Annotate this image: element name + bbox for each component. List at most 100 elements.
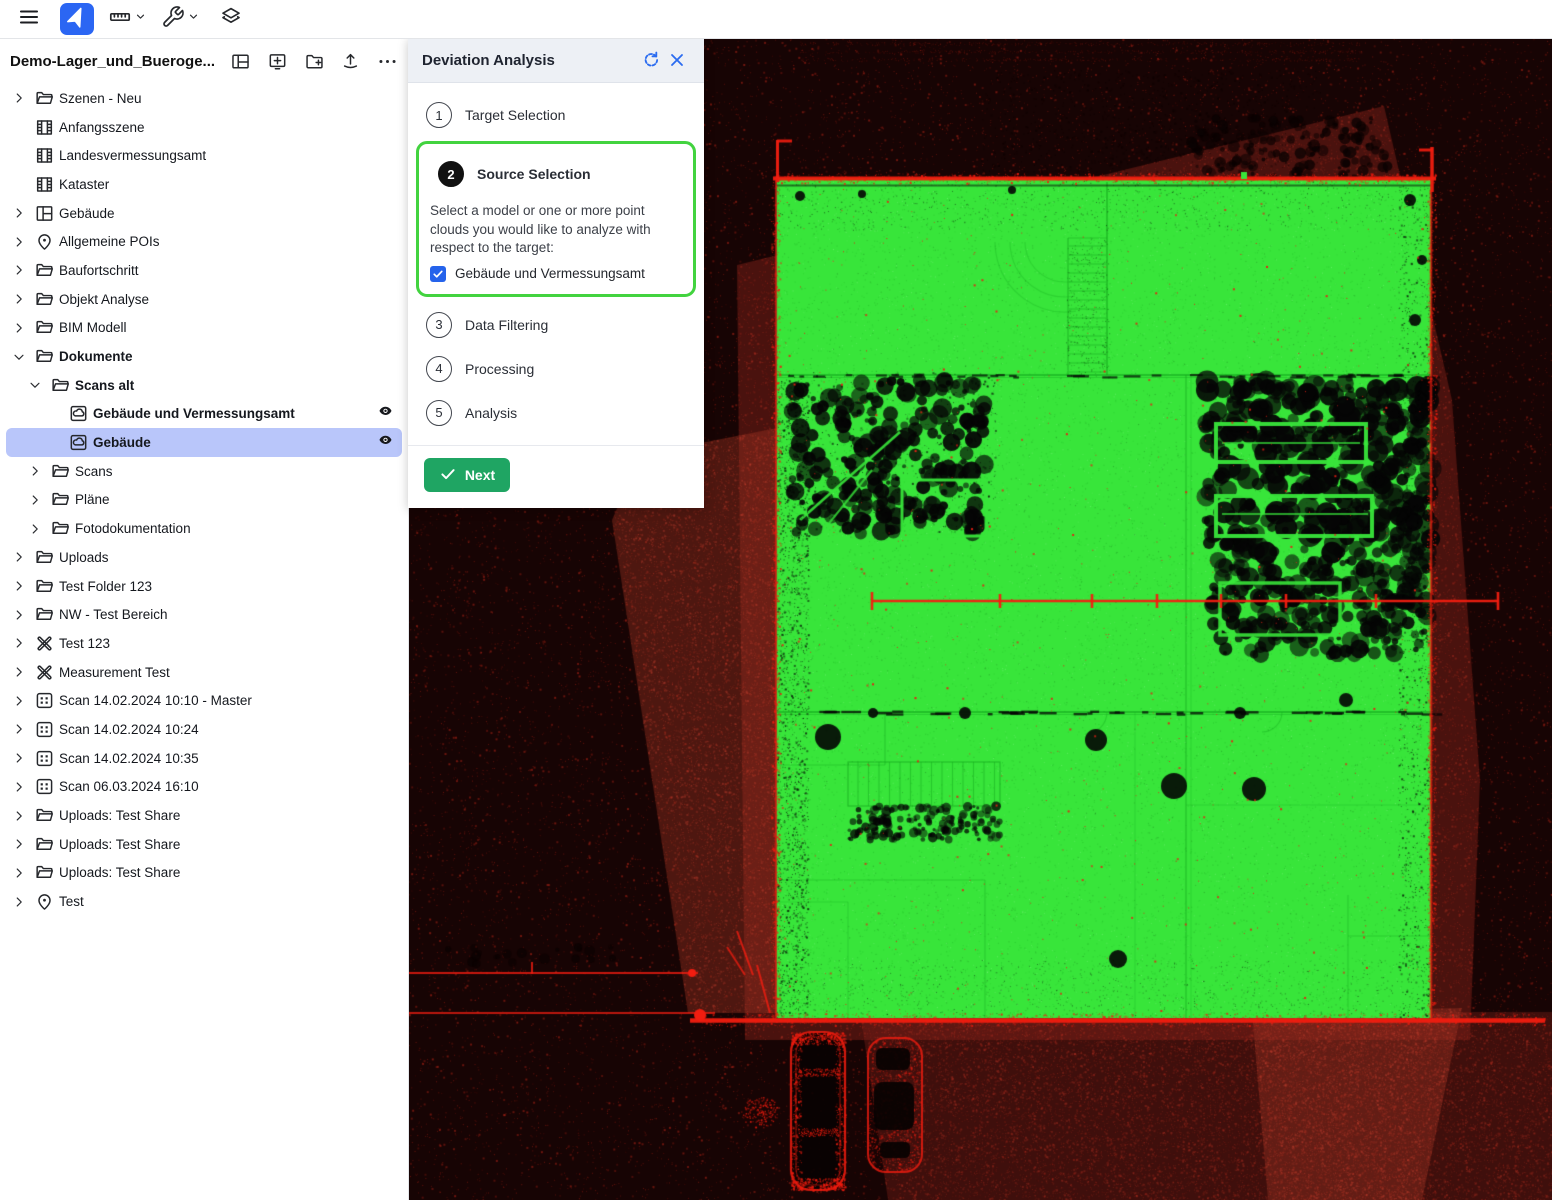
tree-item-szenen-neu[interactable]: Szenen - Neu — [0, 84, 408, 113]
step-1[interactable]: 1Target Selection — [416, 93, 696, 137]
tree-item-uploads[interactable]: Uploads — [0, 543, 408, 572]
tree-item-label: Fotodokumentation — [75, 521, 396, 536]
tree-item-bim-modell[interactable]: BIM Modell — [0, 314, 408, 343]
tree-item-uploads-test-share[interactable]: Uploads: Test Share — [0, 801, 408, 830]
chevron-right-icon[interactable] — [12, 91, 34, 105]
add-folder-icon[interactable] — [303, 50, 325, 72]
visibility-eye-icon[interactable] — [375, 406, 396, 421]
add-frame-icon[interactable] — [267, 50, 289, 72]
tree-item-label: Uploads: Test Share — [59, 808, 396, 823]
tree-item-scans-alt[interactable]: Scans alt — [0, 371, 408, 400]
tree-item-uploads-test-share[interactable]: Uploads: Test Share — [0, 859, 408, 888]
chevron-right-icon[interactable] — [12, 550, 34, 564]
upload-icon[interactable] — [340, 50, 362, 72]
chevron-right-icon[interactable] — [12, 866, 34, 880]
chevron-right-icon[interactable] — [12, 321, 34, 335]
tree-item-label: Uploads — [59, 550, 396, 565]
tree-item-label: Anfangsszene — [59, 120, 396, 135]
chevron-right-icon[interactable] — [12, 722, 34, 736]
chevron-right-icon[interactable] — [28, 493, 50, 507]
tree-item-scans[interactable]: Scans — [0, 457, 408, 486]
tree-item-test-folder-123[interactable]: Test Folder 123 — [0, 572, 408, 601]
tree-item-gebäude-und-vermessungsamt[interactable]: Gebäude und Vermessungsamt — [0, 400, 408, 429]
tree-item-uploads-test-share[interactable]: Uploads: Test Share — [0, 830, 408, 859]
tree-item-nw-test-bereich[interactable]: NW - Test Bereich — [0, 600, 408, 629]
tree-item-test[interactable]: Test — [0, 887, 408, 916]
toolbar-button-menu[interactable] — [12, 3, 46, 35]
chevron-right-icon[interactable] — [12, 636, 34, 650]
tree-item-dokumente[interactable]: Dokumente — [0, 342, 408, 371]
chevron-right-icon[interactable] — [12, 751, 34, 765]
chevron-right-icon[interactable] — [12, 665, 34, 679]
tree-item-baufortschritt[interactable]: Baufortschritt — [0, 256, 408, 285]
scan-icon — [34, 690, 59, 711]
folder-icon — [50, 461, 75, 482]
panel-footer: Next — [408, 445, 704, 508]
source-checkbox[interactable] — [430, 266, 446, 282]
toolbar-button-navigate[interactable] — [60, 3, 94, 35]
folder-icon — [34, 576, 59, 597]
pin-icon — [34, 231, 59, 252]
step-label: Source Selection — [477, 166, 591, 182]
chevron-down-icon[interactable] — [28, 378, 50, 392]
tree-item-landesvermessungsamt[interactable]: Landesvermessungsamt — [0, 141, 408, 170]
tree-item-kataster[interactable]: Kataster — [0, 170, 408, 199]
scene-icon — [34, 145, 59, 166]
wizard-steps: 1Target Selection 2 Source Selection Select… — [408, 83, 704, 445]
tree-item-scan-06-03-2024-16-10[interactable]: Scan 06.03.2024 16:10 — [0, 773, 408, 802]
step-number: 2 — [438, 161, 464, 187]
chevron-right-icon[interactable] — [28, 522, 50, 536]
chevron-right-icon[interactable] — [12, 263, 34, 277]
close-icon[interactable] — [664, 47, 690, 73]
chevron-right-icon[interactable] — [12, 206, 34, 220]
toolbar-button-measure[interactable] — [108, 3, 147, 35]
chevron-right-icon[interactable] — [12, 292, 34, 306]
chevron-right-icon[interactable] — [12, 809, 34, 823]
tree-item-pläne[interactable]: Pläne — [0, 486, 408, 515]
step-label: Processing — [465, 361, 534, 377]
more-options-icon[interactable] — [376, 50, 398, 72]
tree-item-scan-14-02-2024-10-24[interactable]: Scan 14.02.2024 10:24 — [0, 715, 408, 744]
layout-icon[interactable] — [230, 50, 252, 72]
visibility-eye-icon[interactable] — [375, 435, 396, 450]
step-2[interactable]: 2 Source Selection — [428, 152, 684, 196]
folder-icon — [34, 88, 59, 109]
project-title: Demo-Lager_und_Bueroge... — [10, 53, 215, 70]
chevron-right-icon[interactable] — [12, 579, 34, 593]
chevron-right-icon[interactable] — [12, 694, 34, 708]
tree-item-measurement-test[interactable]: Measurement Test — [0, 658, 408, 687]
chevron-right-icon[interactable] — [12, 895, 34, 909]
tree-item-scan-14-02-2024-10-10-master[interactable]: Scan 14.02.2024 10:10 - Master — [0, 686, 408, 715]
folder-icon — [50, 489, 75, 510]
tree-item-test-123[interactable]: Test 123 — [0, 629, 408, 658]
tree-item-label: Scans — [75, 464, 396, 479]
chevron-right-icon[interactable] — [12, 837, 34, 851]
step-3[interactable]: 3Data Filtering — [416, 303, 696, 347]
step-4[interactable]: 4 Processing — [416, 347, 696, 391]
tree-item-gebäude[interactable]: Gebäude — [0, 199, 408, 228]
step-number: 4 — [426, 356, 452, 382]
folder-icon — [34, 834, 59, 855]
toolbar-button-layers[interactable] — [214, 3, 248, 35]
tree-item-label: Szenen - Neu — [59, 91, 396, 106]
measure-icon — [34, 662, 59, 683]
tree-item-label: Allgemeine POIs — [59, 234, 396, 249]
chevron-right-icon[interactable] — [12, 608, 34, 622]
tree-item-allgemeine-pois[interactable]: Allgemeine POIs — [0, 227, 408, 256]
tree-item-label: Scan 14.02.2024 10:35 — [59, 751, 396, 766]
chevron-down-icon[interactable] — [12, 350, 34, 364]
reset-icon[interactable] — [638, 47, 664, 73]
tree-item-scan-14-02-2024-10-35[interactable]: Scan 14.02.2024 10:35 — [0, 744, 408, 773]
tree-item-gebäude[interactable]: Gebäude — [6, 428, 402, 457]
toolbar-button-tools[interactable] — [161, 3, 200, 35]
tree-item-objekt-analyse[interactable]: Objekt Analyse — [0, 285, 408, 314]
chevron-right-icon[interactable] — [28, 464, 50, 478]
tree-item-anfangsszene[interactable]: Anfangsszene — [0, 113, 408, 142]
tree-item-fotodokumentation[interactable]: Fotodokumentation — [0, 514, 408, 543]
chevron-right-icon[interactable] — [12, 780, 34, 794]
step-description: Select a model or one or more point clou… — [430, 202, 682, 258]
step-5[interactable]: 5Analysis — [416, 391, 696, 435]
chevron-right-icon[interactable] — [12, 235, 34, 249]
scan-icon — [34, 776, 59, 797]
next-button[interactable]: Next — [424, 458, 510, 492]
